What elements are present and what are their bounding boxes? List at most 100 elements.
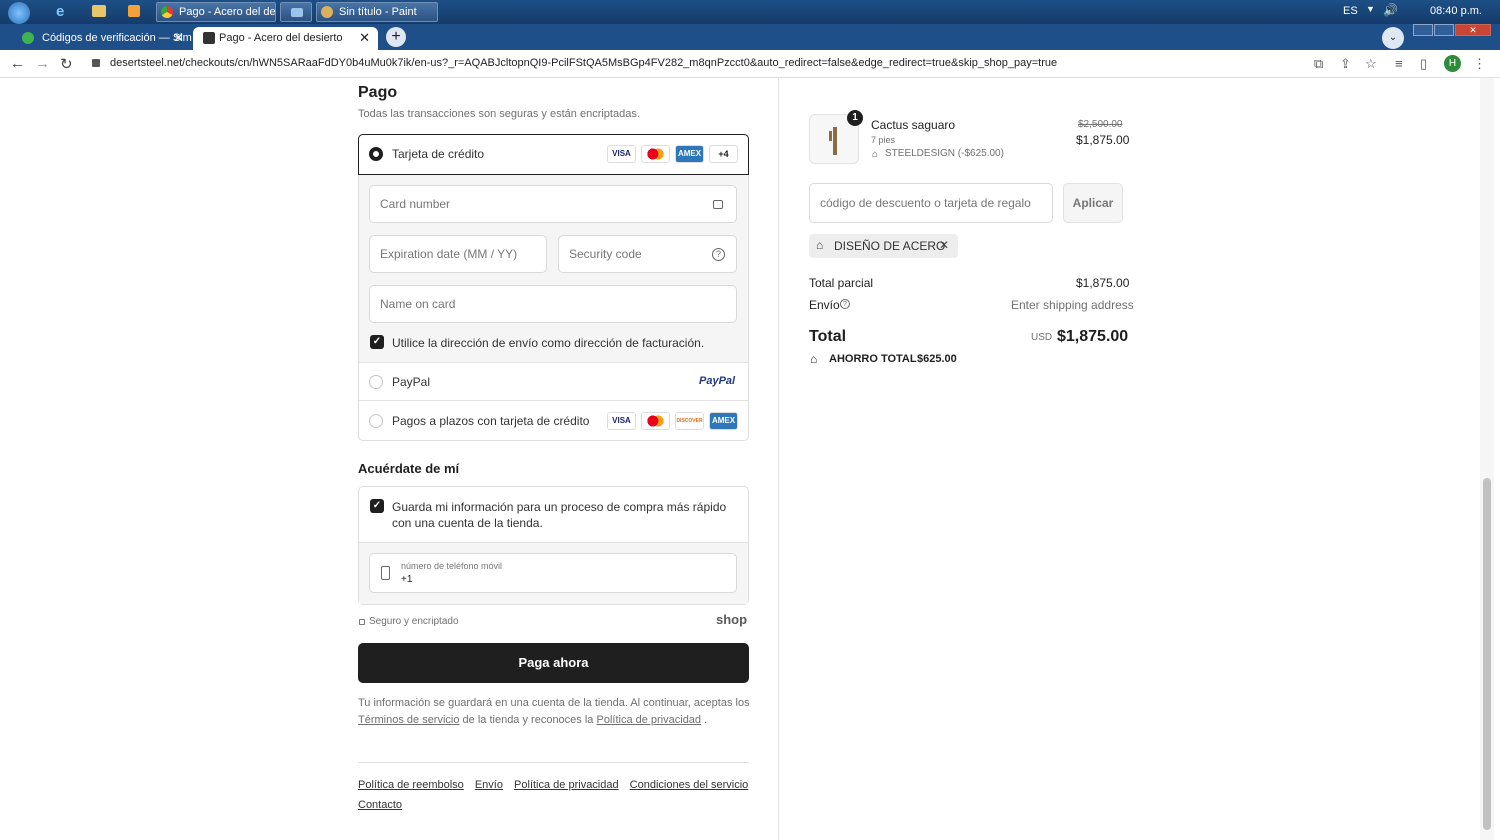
shipping-value: Enter shipping address [1011, 298, 1134, 312]
product-discount: STEELDESIGN (-$625.00) [885, 148, 1004, 159]
taskbar-chrome[interactable]: Pago - Acero del des... [156, 2, 276, 22]
card-number-input[interactable]: Card number [369, 185, 737, 223]
tab-verification-codes[interactable]: Códigos de verificación — Simpl ✕ [8, 27, 192, 50]
minimize-button[interactable] [1413, 24, 1433, 36]
save-info-checkbox[interactable]: ✓ [370, 499, 384, 513]
savings-tag-icon: ⌂ [810, 352, 818, 366]
close-tab-icon[interactable]: ✕ [359, 27, 370, 49]
shipping-help-icon[interactable]: ? [840, 299, 850, 309]
old-price: $2,500.00 [1078, 119, 1123, 130]
forward-icon[interactable]: → [35, 55, 50, 72]
chrome-icon [161, 6, 173, 18]
apply-button[interactable]: Aplicar [1063, 183, 1123, 223]
discount-code-input[interactable]: código de descuento o tarjeta de regalo [809, 183, 1053, 223]
lock-icon [713, 200, 723, 209]
tray-arrow-icon[interactable]: ▼ [1366, 4, 1375, 14]
legal-text-1: Tu información se guardará en una cuenta… [358, 697, 750, 709]
star-icon[interactable]: ☆ [1365, 56, 1377, 72]
ie-icon[interactable]: e [56, 3, 64, 20]
amex-icon: AMEX [709, 412, 738, 430]
url-field[interactable]: desertsteel.net/checkouts/cn/hWN5SARaaFd… [110, 57, 1057, 69]
installments-label: Pagos a plazos con tarjeta de crédito [392, 414, 590, 428]
phone-input[interactable] [369, 553, 737, 593]
taskbar-paint[interactable]: Sin título - Paint [316, 2, 438, 22]
shipping-label: Envío [809, 298, 840, 312]
tag-icon: ⌂ [872, 149, 879, 160]
payment-title: Pago [358, 84, 398, 101]
legal-text-3: . [704, 714, 708, 726]
terms-of-service-link[interactable]: Condiciones del servicio [630, 779, 749, 791]
reading-list-icon[interactable]: ≡ [1395, 56, 1403, 71]
paypal-radio[interactable] [369, 375, 383, 389]
cactus-image [833, 127, 837, 155]
mastercard-icon [641, 412, 670, 430]
phone-value: +1 [401, 574, 413, 585]
tab-search-button[interactable]: ⌄ [1382, 27, 1404, 49]
menu-icon[interactable]: ⋮ [1473, 56, 1486, 72]
footer-links: Política de reembolso Envío Política de … [358, 775, 758, 815]
mobile-phone-icon [381, 566, 390, 580]
total-value: $1,875.00 [1057, 328, 1129, 345]
tab-pago[interactable]: Pago - Acero del desierto ✕ [193, 27, 378, 50]
back-icon[interactable]: ← [10, 55, 25, 72]
phone-label: número de teléfono móvil [401, 561, 503, 571]
taskbar-keyboard[interactable] [280, 2, 312, 22]
total-label: Total [809, 328, 847, 345]
paypal-label: PayPal [392, 375, 431, 389]
media-player-icon[interactable] [128, 5, 140, 17]
close-tab-icon[interactable]: ✕ [173, 27, 184, 49]
more-cards-badge: +4 [709, 145, 738, 163]
installments-radio[interactable] [369, 414, 383, 428]
security-code-input[interactable]: Security code [558, 235, 737, 273]
volume-icon[interactable]: 🔊 [1383, 3, 1398, 17]
legal-text-2: de la tienda y reconoces la [462, 714, 594, 726]
windows-taskbar: e Pago - Acero del des... Sin título - P… [0, 0, 1500, 24]
terms-link[interactable]: Términos de servicio [358, 714, 459, 726]
save-info-label: Guarda mi información para un proceso de… [392, 500, 727, 530]
pay-now-button[interactable]: Paga ahora [358, 643, 749, 683]
privacy-link[interactable]: Política de privacidad [596, 714, 701, 726]
billing-same-checkbox[interactable]: ✓ [370, 335, 384, 349]
privacy-policy-link[interactable]: Política de privacidad [514, 779, 619, 791]
lock-icon[interactable] [92, 59, 100, 67]
refund-policy-link[interactable]: Política de reembolso [358, 779, 464, 791]
visa-icon: VISA [607, 145, 636, 163]
shop-logo: shop [716, 612, 748, 627]
new-tab-button[interactable]: + [386, 27, 406, 47]
divider [359, 362, 748, 363]
remember-title: Acuérdate de mí [358, 461, 460, 476]
credit-card-label: Tarjeta de crédito [392, 147, 485, 161]
mastercard-icon [641, 145, 670, 163]
close-window-button[interactable]: ✕ [1455, 24, 1491, 36]
amex-icon: AMEX [675, 145, 704, 163]
language-indicator[interactable]: ES [1343, 5, 1358, 17]
restore-button[interactable] [1434, 24, 1454, 36]
legal-text: Tu información se guardará en una cuenta… [358, 695, 753, 729]
help-icon[interactable]: ? [712, 248, 725, 261]
remove-discount-icon[interactable]: ✕ [939, 238, 949, 252]
side-panel-icon[interactable]: ▯ [1420, 56, 1427, 72]
shipping-link[interactable]: Envío [475, 779, 503, 791]
secure-lock-icon [359, 619, 365, 625]
browser-tab-strip: Códigos de verificación — Simpl ✕ Pago -… [0, 24, 1500, 50]
scrollbar-thumb[interactable] [1483, 478, 1491, 830]
expiry-input[interactable]: Expiration date (MM / YY) [369, 235, 547, 273]
start-button[interactable] [8, 2, 30, 24]
translate-icon[interactable]: ⧉ [1314, 56, 1323, 72]
paint-icon [321, 6, 333, 18]
name-on-card-input[interactable]: Name on card [369, 285, 737, 323]
contact-link[interactable]: Contacto [358, 799, 402, 811]
credit-card-radio[interactable] [369, 147, 383, 161]
profile-avatar[interactable]: H [1444, 55, 1461, 72]
product-variant: 7 pies [871, 135, 896, 145]
clock[interactable]: 08:40 p.m. [1430, 5, 1482, 17]
subtotal-value: $1,875.00 [1076, 276, 1130, 290]
applied-discount-label: DISEÑO DE ACERO [834, 239, 946, 253]
discover-icon: DISCOVER [675, 412, 704, 430]
savings-value: $625.00 [917, 353, 957, 365]
explorer-icon[interactable] [92, 5, 106, 17]
product-name: Cactus saguaro [871, 118, 956, 132]
reload-icon[interactable]: ↻ [60, 55, 73, 73]
payment-subtitle: Todas las transacciones son seguras y es… [358, 108, 640, 120]
share-icon[interactable]: ⇪ [1340, 56, 1351, 72]
